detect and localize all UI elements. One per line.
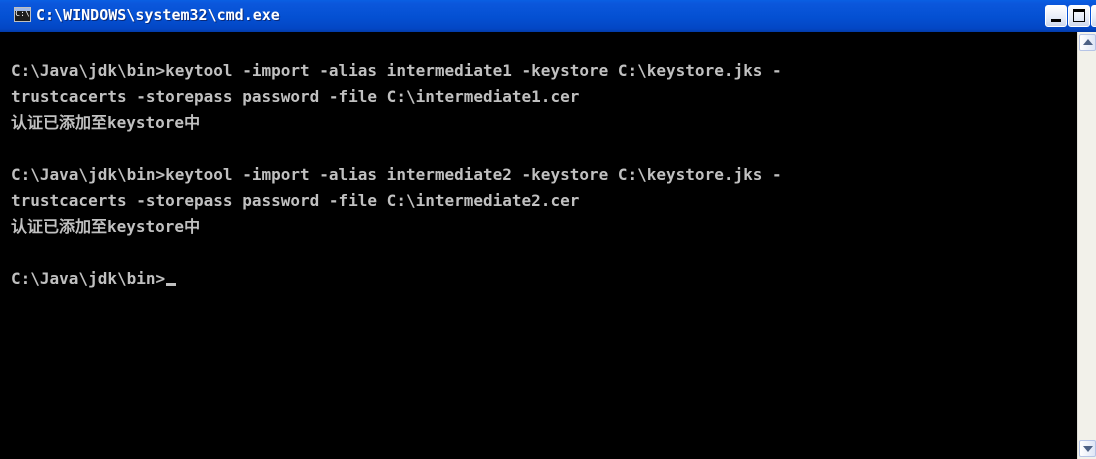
- console-icon[interactable]: C:\: [14, 7, 31, 22]
- title-bar[interactable]: C:\ C:\WINDOWS\system32\cmd.exe ×: [0, 0, 1096, 32]
- console-line: trustcacerts -storepass password -file C…: [11, 191, 580, 210]
- console-line: C:\Java\jdk\bin>keytool -import -alias i…: [11, 61, 782, 80]
- window-title: C:\WINDOWS\system32\cmd.exe: [36, 6, 280, 24]
- minimize-button[interactable]: [1045, 5, 1067, 27]
- console-line: 认证已添加至keystore中: [11, 113, 201, 132]
- maximize-button[interactable]: [1068, 5, 1090, 27]
- scroll-up-arrow-icon: [1083, 39, 1093, 45]
- scroll-up-button[interactable]: [1079, 34, 1096, 51]
- text-cursor: [166, 283, 177, 286]
- scroll-down-button[interactable]: [1079, 440, 1096, 457]
- console-line: C:\Java\jdk\bin>keytool -import -alias i…: [11, 165, 782, 184]
- console-prompt: C:\Java\jdk\bin>: [11, 269, 166, 288]
- console-line: 认证已添加至keystore中: [11, 217, 201, 236]
- cmd-window: C:\ C:\WINDOWS\system32\cmd.exe × C:\Jav…: [0, 0, 1096, 459]
- close-button[interactable]: ×: [1091, 4, 1096, 27]
- scroll-down-arrow-icon: [1083, 446, 1093, 452]
- maximize-icon: [1073, 9, 1085, 22]
- vertical-scrollbar[interactable]: [1077, 32, 1096, 459]
- console-prompt-line[interactable]: C:\Java\jdk\bin>: [11, 266, 1077, 292]
- console-output[interactable]: C:\Java\jdk\bin>keytool -import -alias i…: [0, 32, 1077, 459]
- console-icon-bar: [15, 8, 30, 11]
- console-line: trustcacerts -storepass password -file C…: [11, 87, 580, 106]
- minimize-icon: [1051, 19, 1061, 22]
